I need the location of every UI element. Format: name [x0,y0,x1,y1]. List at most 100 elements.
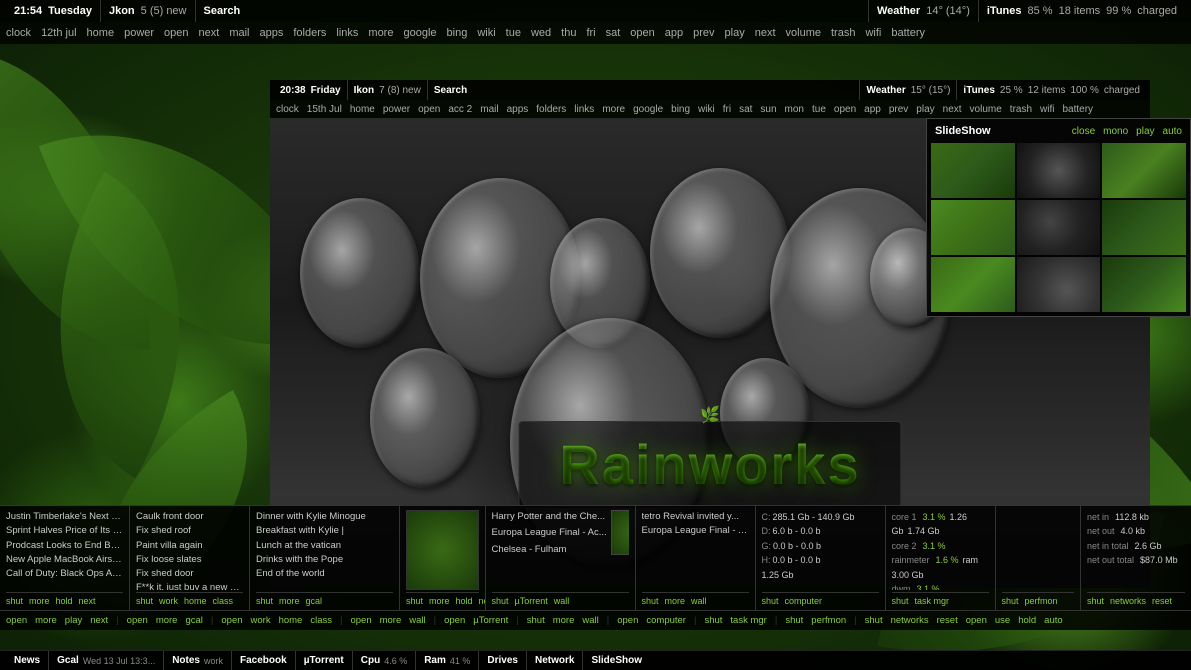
gcal-item-2[interactable]: Breakfast with Kylie | [256,524,393,538]
ab-ut-more[interactable]: more [553,615,575,626]
isb-open[interactable]: open [418,104,440,115]
sb-thu[interactable]: thu [561,27,576,39]
ab-gcal-open[interactable]: open [221,615,242,626]
fb-item-3[interactable]: Chelsea - Fulham [492,543,607,557]
sb-wiki[interactable]: wiki [477,27,495,39]
net-reset[interactable]: reset [1152,596,1172,606]
fb-item-1[interactable]: Harry Potter and the Che... [492,510,607,524]
ut-wall[interactable]: wall [691,596,707,606]
vbb-notes-name[interactable]: Notes [172,655,200,666]
isb-fri[interactable]: fri [723,104,731,115]
sb-tue[interactable]: tue [506,27,521,39]
news-hold[interactable]: hold [56,596,73,606]
gcal-item-5[interactable]: End of the world [256,567,393,581]
ut-item-2[interactable]: Europa League Final - Ac... [642,524,749,538]
vbb-cpu-name[interactable]: Cpu [361,655,380,666]
isb-clock[interactable]: clock [276,104,299,115]
ab-drives-computer[interactable]: computer [646,615,686,626]
net-networks[interactable]: networks [1110,596,1146,606]
gcal-gcal[interactable]: gcal [306,596,323,606]
slide-thumb-8[interactable] [1017,257,1101,312]
gcal-item-1[interactable]: Dinner with Kylie Minogue [256,510,393,524]
ab-ut-wall[interactable]: wall [582,615,598,626]
isb-links[interactable]: links [574,104,594,115]
sb-apps[interactable]: apps [260,27,284,39]
gcal-shut[interactable]: shut [256,596,273,606]
ab-cpu-shut[interactable]: shut [704,615,722,626]
isb-power[interactable]: power [383,104,410,115]
drives-computer[interactable]: computer [785,596,823,606]
isb-wiki[interactable]: wiki [698,104,715,115]
sb-home[interactable]: home [87,27,115,39]
notes-class[interactable]: class [213,596,234,606]
notes-item-1[interactable]: Caulk front door [136,510,243,524]
ab-ram-perfmon[interactable]: perfmon [811,615,846,626]
isb-app[interactable]: app [864,104,881,115]
fb-utorrent[interactable]: µTorrent [515,596,548,606]
sb-mail[interactable]: mail [229,27,249,39]
fb-shut[interactable]: shut [492,596,509,606]
notes-home[interactable]: home [184,596,207,606]
sb-open2[interactable]: open [630,27,654,39]
slide-thumb-5[interactable] [1017,200,1101,255]
notes-item-4[interactable]: Fix loose slates [136,553,243,567]
sb-power[interactable]: power [124,27,154,39]
isb-trash[interactable]: trash [1010,104,1032,115]
slide-thumb-4[interactable] [931,200,1015,255]
vbb-gcal-name[interactable]: Gcal [57,655,79,666]
news-more[interactable]: more [29,596,50,606]
isb-more[interactable]: more [602,104,625,115]
il-hold[interactable]: hold [456,596,473,606]
slideshow-controls[interactable]: close mono play auto [1072,126,1182,137]
ab-net-shut[interactable]: shut [865,615,883,626]
isb-tue[interactable]: tue [812,104,826,115]
vbb-network-name[interactable]: Network [535,655,574,666]
vbb-utorrent-name[interactable]: µTorrent [304,655,344,666]
news-item-3[interactable]: Prodcast Looks to End Buyr... [6,539,123,553]
sb-links[interactable]: links [336,27,358,39]
sb-fri[interactable]: fri [586,27,595,39]
isb-battery[interactable]: battery [1062,104,1093,115]
ab-net-networks[interactable]: networks [891,615,929,626]
isb-wifi[interactable]: wifi [1040,104,1054,115]
ut-item-1[interactable]: tetro Revival invited y... [642,510,749,524]
gcal-item-3[interactable]: Lunch at the vatican [256,539,393,553]
isb-play[interactable]: play [916,104,934,115]
slide-thumb-1[interactable] [931,143,1015,198]
notes-work[interactable]: work [159,596,178,606]
notes-item-6[interactable]: F**k it, just buy a new shed [136,581,243,590]
news-item-4[interactable]: New Apple MacBook Airs Ne... [6,553,123,567]
ab-news-next[interactable]: next [90,615,108,626]
ab-il-open[interactable]: open [350,615,371,626]
ab-news-play[interactable]: play [65,615,82,626]
sb-volume[interactable]: volume [786,27,821,39]
slide-thumb-6[interactable] [1102,200,1186,255]
isb-next[interactable]: next [943,104,962,115]
ab-notes-gcal[interactable]: gcal [185,615,202,626]
isb-volume[interactable]: volume [970,104,1002,115]
sb-prev[interactable]: prev [693,27,714,39]
gcal-more[interactable]: more [279,596,300,606]
sb-app[interactable]: app [665,27,683,39]
news-item-1[interactable]: Justin Timberlake's Next Rol... [6,510,123,524]
isb-folders[interactable]: folders [536,104,566,115]
isb-home[interactable]: home [350,104,375,115]
gcal-item-4[interactable]: Drinks with the Pope [256,553,393,567]
slideshow-play[interactable]: play [1136,126,1154,137]
sb-wifi[interactable]: wifi [865,27,881,39]
ut-more[interactable]: more [665,596,686,606]
news-item-2[interactable]: Sprint Halves Price of Its NF... [6,524,123,538]
ab-net-auto[interactable]: auto [1044,615,1063,626]
ut-shut[interactable]: shut [642,596,659,606]
ram-shut[interactable]: shut [1002,596,1019,606]
slide-thumb-7[interactable] [931,257,1015,312]
isb-bing[interactable]: bing [671,104,690,115]
slideshow-auto[interactable]: auto [1163,126,1182,137]
isb-acc2[interactable]: acc 2 [448,104,472,115]
ab-news-open[interactable]: open [6,615,27,626]
ab-net-use[interactable]: use [995,615,1010,626]
ab-fb-open[interactable]: open [444,615,465,626]
fb-item-2[interactable]: Europa League Final - Ac... [492,526,607,540]
slide-thumb-9[interactable] [1102,257,1186,312]
cpu-taskmgr[interactable]: task mgr [915,596,950,606]
